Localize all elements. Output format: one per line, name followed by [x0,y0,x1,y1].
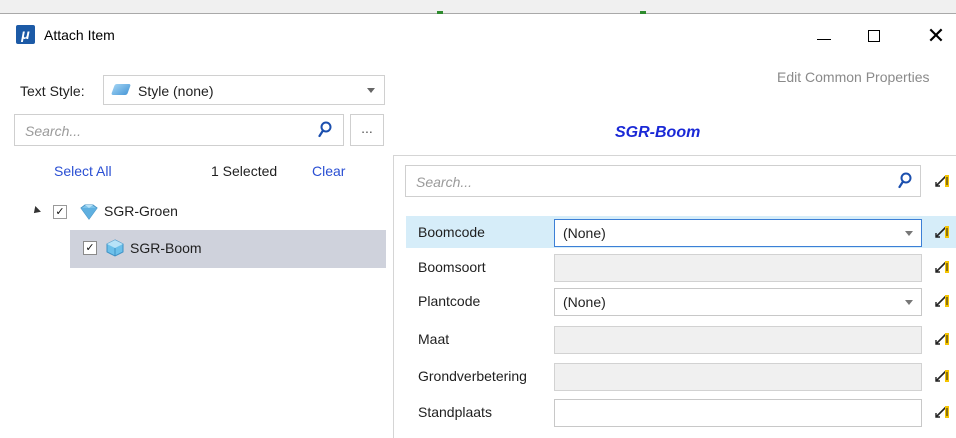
chevron-down-icon [905,300,913,305]
minimize-button[interactable] [806,22,842,50]
edit-property-icon[interactable] [934,368,950,384]
property-row-boomcode: Boomcode (None) [406,216,956,248]
chevron-down-icon [905,231,913,236]
item-type-title: SGR-Boom [615,124,701,141]
edit-common-properties-link[interactable]: Edit Common Properties [777,69,930,85]
maat-field [554,326,922,354]
tree-node-sgr-boom[interactable]: SGR-Boom [130,240,202,256]
boomsoort-field [554,254,922,282]
properties-search-placeholder: Search... [416,174,473,190]
close-icon: ✕ [926,23,946,49]
feature-item-icon [106,239,124,257]
sgr-groen-checkbox[interactable]: ✓ [53,205,67,219]
property-label: Maat [418,331,450,347]
property-row-grondverbetering: Grondverbetering [406,360,956,392]
properties-search-input[interactable]: Search... [405,165,921,197]
text-style-label: Text Style: [20,83,85,99]
property-label: Standplaats [418,404,492,420]
property-value: (None) [563,225,606,241]
property-label: Plantcode [418,293,481,309]
chevron-down-icon [367,88,375,93]
clear-link[interactable]: Clear [312,163,345,179]
minimize-icon [817,38,831,40]
edit-property-icon[interactable] [934,259,950,275]
standplaats-field[interactable] [554,399,922,427]
property-value: (None) [563,294,606,310]
property-row-maat: Maat [406,323,956,355]
edit-properties-icon[interactable] [934,173,950,189]
feature-group-icon [79,204,99,220]
edit-property-icon[interactable] [934,224,950,240]
close-button[interactable]: ✕ [918,22,954,50]
edit-property-icon[interactable] [934,404,950,420]
text-style-icon [110,84,132,95]
selected-count: 1 Selected [211,163,278,179]
plantcode-dropdown[interactable]: (None) [554,288,922,316]
select-all-link[interactable]: Select All [54,163,112,179]
edit-property-icon[interactable] [934,293,950,309]
text-style-dropdown[interactable]: Style (none) [103,75,385,105]
top-border-strip [0,0,956,14]
title-bar: μ Attach Item ✕ [0,14,956,60]
property-label: Grondverbetering [418,368,527,384]
search-icon[interactable] [318,121,332,139]
maximize-button[interactable] [856,22,892,50]
tree-node-sgr-groen[interactable]: SGR-Groen [104,203,178,219]
search-icon[interactable] [898,172,912,190]
maximize-icon [868,30,880,42]
app-logo-icon: μ [16,25,35,44]
left-search-placeholder: Search... [25,123,82,139]
edit-property-icon[interactable] [934,331,950,347]
property-row-plantcode: Plantcode (None) [406,285,956,317]
sgr-boom-checkbox[interactable]: ✓ [83,241,97,255]
property-row-standplaats: Standplaats [406,396,956,428]
property-label: Boomcode [418,224,485,240]
text-style-value: Style (none) [138,83,214,99]
property-label: Boomsoort [418,259,486,275]
property-row-boomsoort: Boomsoort [406,251,956,283]
window-title: Attach Item [44,27,115,43]
more-options-button[interactable]: ... [350,114,384,146]
tree-expander-icon[interactable] [31,206,41,216]
grondverbetering-field [554,363,922,391]
boomcode-dropdown[interactable]: (None) [554,219,922,247]
left-search-input[interactable]: Search... [14,114,344,146]
